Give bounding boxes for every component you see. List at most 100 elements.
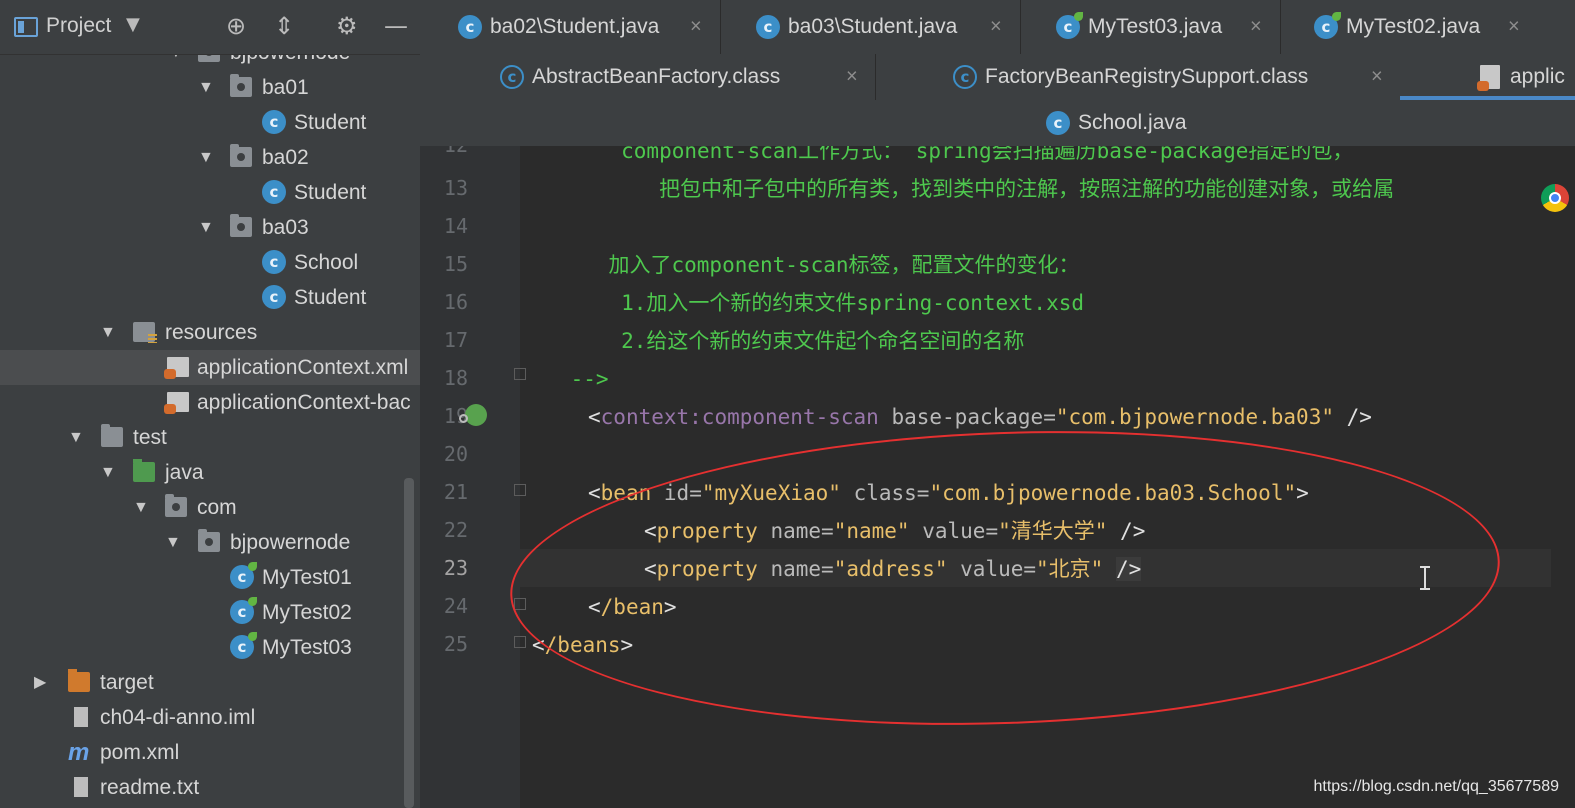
- collapse-all-icon[interactable]: ⇕: [274, 12, 294, 40]
- tree-item-applicationcontext-bac[interactable]: applicationContext-bac: [0, 385, 420, 420]
- chevron-down-icon[interactable]: ▼: [198, 210, 214, 245]
- tree-item-label: ba02: [262, 146, 309, 169]
- line-number: 17: [443, 328, 468, 352]
- close-icon[interactable]: ×: [990, 16, 1002, 39]
- code-line-bean-open: <bean id="myXueXiao" class="com.bjpowern…: [588, 481, 1309, 505]
- tree-item-ba02[interactable]: ▼ ba02: [0, 140, 420, 175]
- tab-mytest02[interactable]: c MyTest02.java ×: [1280, 0, 1575, 54]
- tab-mytest03[interactable]: c MyTest03.java ×: [1020, 0, 1281, 54]
- chevron-down-icon[interactable]: ▼: [133, 490, 149, 525]
- compiled-class-icon: c: [500, 65, 524, 89]
- close-icon[interactable]: ×: [1371, 66, 1383, 89]
- code-line-property-name: <property name="name" value="清华大学" />: [644, 519, 1146, 543]
- xml-attr: name: [770, 557, 822, 581]
- code-line-beans-close: </beans>: [532, 633, 634, 657]
- tree-item-bjpowernode[interactable]: ▼ bjpowernode: [0, 525, 420, 560]
- tree-item-readme-txt[interactable]: readme.txt: [0, 770, 420, 805]
- tree-item-label: java: [165, 461, 204, 484]
- tab-abstractbeanfactory[interactable]: c AbstractBeanFactory.class ×: [420, 54, 876, 100]
- project-icon: [14, 17, 38, 37]
- tree-item-target[interactable]: ▶ target: [0, 665, 420, 700]
- chevron-down-icon[interactable]: ▼: [198, 140, 214, 175]
- tree-item-label: MyTest03: [262, 636, 352, 659]
- chevron-down-icon[interactable]: ▼: [68, 420, 84, 455]
- line-number: 18: [443, 366, 468, 390]
- gear-icon[interactable]: ⚙: [336, 12, 358, 40]
- java-class-icon: c: [262, 250, 286, 274]
- chevron-right-icon[interactable]: ▶: [34, 665, 46, 700]
- tree-item-applicationcontext-xml[interactable]: applicationContext.xml: [0, 350, 420, 385]
- tab-label: School.java: [1078, 111, 1187, 134]
- java-class-icon: c: [262, 180, 286, 204]
- xml-tag: property: [656, 519, 758, 543]
- minimize-icon[interactable]: —: [384, 12, 408, 40]
- iml-file-icon: [74, 707, 88, 727]
- line-number: 20: [443, 442, 468, 466]
- tree-item-label: School: [294, 251, 359, 274]
- chevron-down-icon[interactable]: ▼: [198, 70, 214, 105]
- tab-applicationcontext-active[interactable]: applic: [1400, 54, 1575, 100]
- close-icon[interactable]: ×: [690, 16, 702, 39]
- xml-attr: value: [960, 557, 1024, 581]
- chevron-down-icon[interactable]: ▼: [126, 14, 140, 35]
- editor-tab-row-2: c AbstractBeanFactory.class × c FactoryB…: [420, 54, 1575, 101]
- xml-attr: value: [922, 519, 986, 543]
- chrome-browser-icon[interactable]: [1541, 184, 1569, 212]
- tree-item-mytest03[interactable]: c MyTest03: [0, 630, 420, 665]
- fold-marker-icon[interactable]: [514, 636, 526, 648]
- tree-item-label: pom.xml: [100, 741, 180, 764]
- tab-school[interactable]: c School.java: [1020, 100, 1220, 146]
- panel-title[interactable]: Project: [46, 14, 111, 38]
- code-editor[interactable]: 12 13 14 15 16 17 18 19 20 21 22 23 24 2…: [420, 146, 1575, 808]
- editor-tab-row-1: c ba02\Student.java × c ba03\Student.jav…: [420, 0, 1575, 55]
- test-class-icon: c: [1314, 12, 1341, 39]
- tree-item-java[interactable]: ▼ java: [0, 455, 420, 490]
- close-icon[interactable]: ×: [1250, 16, 1262, 39]
- xml-tag: /beans: [544, 633, 621, 657]
- spring-bean-gutter-icon[interactable]: [459, 404, 487, 426]
- code-line: 1.加入一个新的约束文件spring-context.xsd: [520, 291, 1085, 315]
- tree-item-student[interactable]: c Student: [0, 280, 420, 315]
- tab-ba02-student[interactable]: c ba02\Student.java ×: [420, 0, 721, 54]
- code-line: 2.给这个新的约束文件起个命名空间的名称: [520, 329, 1025, 353]
- tree-item-ba03[interactable]: ▼ ba03: [0, 210, 420, 245]
- close-icon[interactable]: ×: [1508, 16, 1520, 39]
- tree-item-student[interactable]: c Student: [0, 105, 420, 140]
- tab-label: applic: [1510, 65, 1565, 88]
- package-folder-icon: [165, 494, 187, 517]
- spring-xml-icon: [164, 357, 189, 379]
- fold-marker-icon[interactable]: [514, 598, 526, 610]
- close-icon[interactable]: ×: [846, 66, 858, 89]
- tree-item-school[interactable]: c School: [0, 245, 420, 280]
- tree-item-com[interactable]: ▼ com: [0, 490, 420, 525]
- sidebar-scrollbar[interactable]: [404, 478, 414, 808]
- tree-item-label: resources: [165, 321, 258, 344]
- tab-ba03-student[interactable]: c ba03\Student.java ×: [720, 0, 1021, 54]
- locate-icon[interactable]: ⊕: [226, 12, 246, 40]
- tree-item-student[interactable]: c Student: [0, 175, 420, 210]
- tree-item-resources[interactable]: ▼ resources: [0, 315, 420, 350]
- package-folder-icon: [230, 214, 252, 237]
- tree-item-iml[interactable]: ch04-di-anno.iml: [0, 700, 420, 735]
- test-class-icon: c: [230, 562, 257, 589]
- xml-attr-value: "myXueXiao": [701, 481, 841, 505]
- tree-item-pom-xml[interactable]: m pom.xml: [0, 735, 420, 770]
- tree-item-mytest02[interactable]: c MyTest02: [0, 595, 420, 630]
- line-number: 25: [443, 632, 468, 656]
- tree-item-mytest01[interactable]: c MyTest01: [0, 560, 420, 595]
- chevron-down-icon[interactable]: ▼: [100, 455, 116, 490]
- tab-factorybeanregistrysupport[interactable]: c FactoryBeanRegistrySupport.class ×: [875, 54, 1401, 100]
- tree-item-label: ch04-di-anno.iml: [100, 706, 256, 729]
- xml-attr-value: "清华大学": [998, 519, 1108, 543]
- tree-item-ba01[interactable]: ▼ ba01: [0, 70, 420, 105]
- tab-label: AbstractBeanFactory.class: [532, 65, 781, 88]
- project-panel-header: Project ▼ ⊕ ⇕ ⚙ —: [0, 0, 420, 55]
- chevron-down-icon[interactable]: ▼: [100, 315, 116, 350]
- test-class-icon: c: [1056, 12, 1083, 39]
- xml-attr-value: "name": [833, 519, 910, 543]
- xml-tag: property: [656, 557, 758, 581]
- fold-marker-icon[interactable]: [514, 484, 526, 496]
- tree-item-label: MyTest02: [262, 601, 352, 624]
- chevron-down-icon[interactable]: ▼: [165, 525, 181, 560]
- tree-item-test[interactable]: ▼ test: [0, 420, 420, 455]
